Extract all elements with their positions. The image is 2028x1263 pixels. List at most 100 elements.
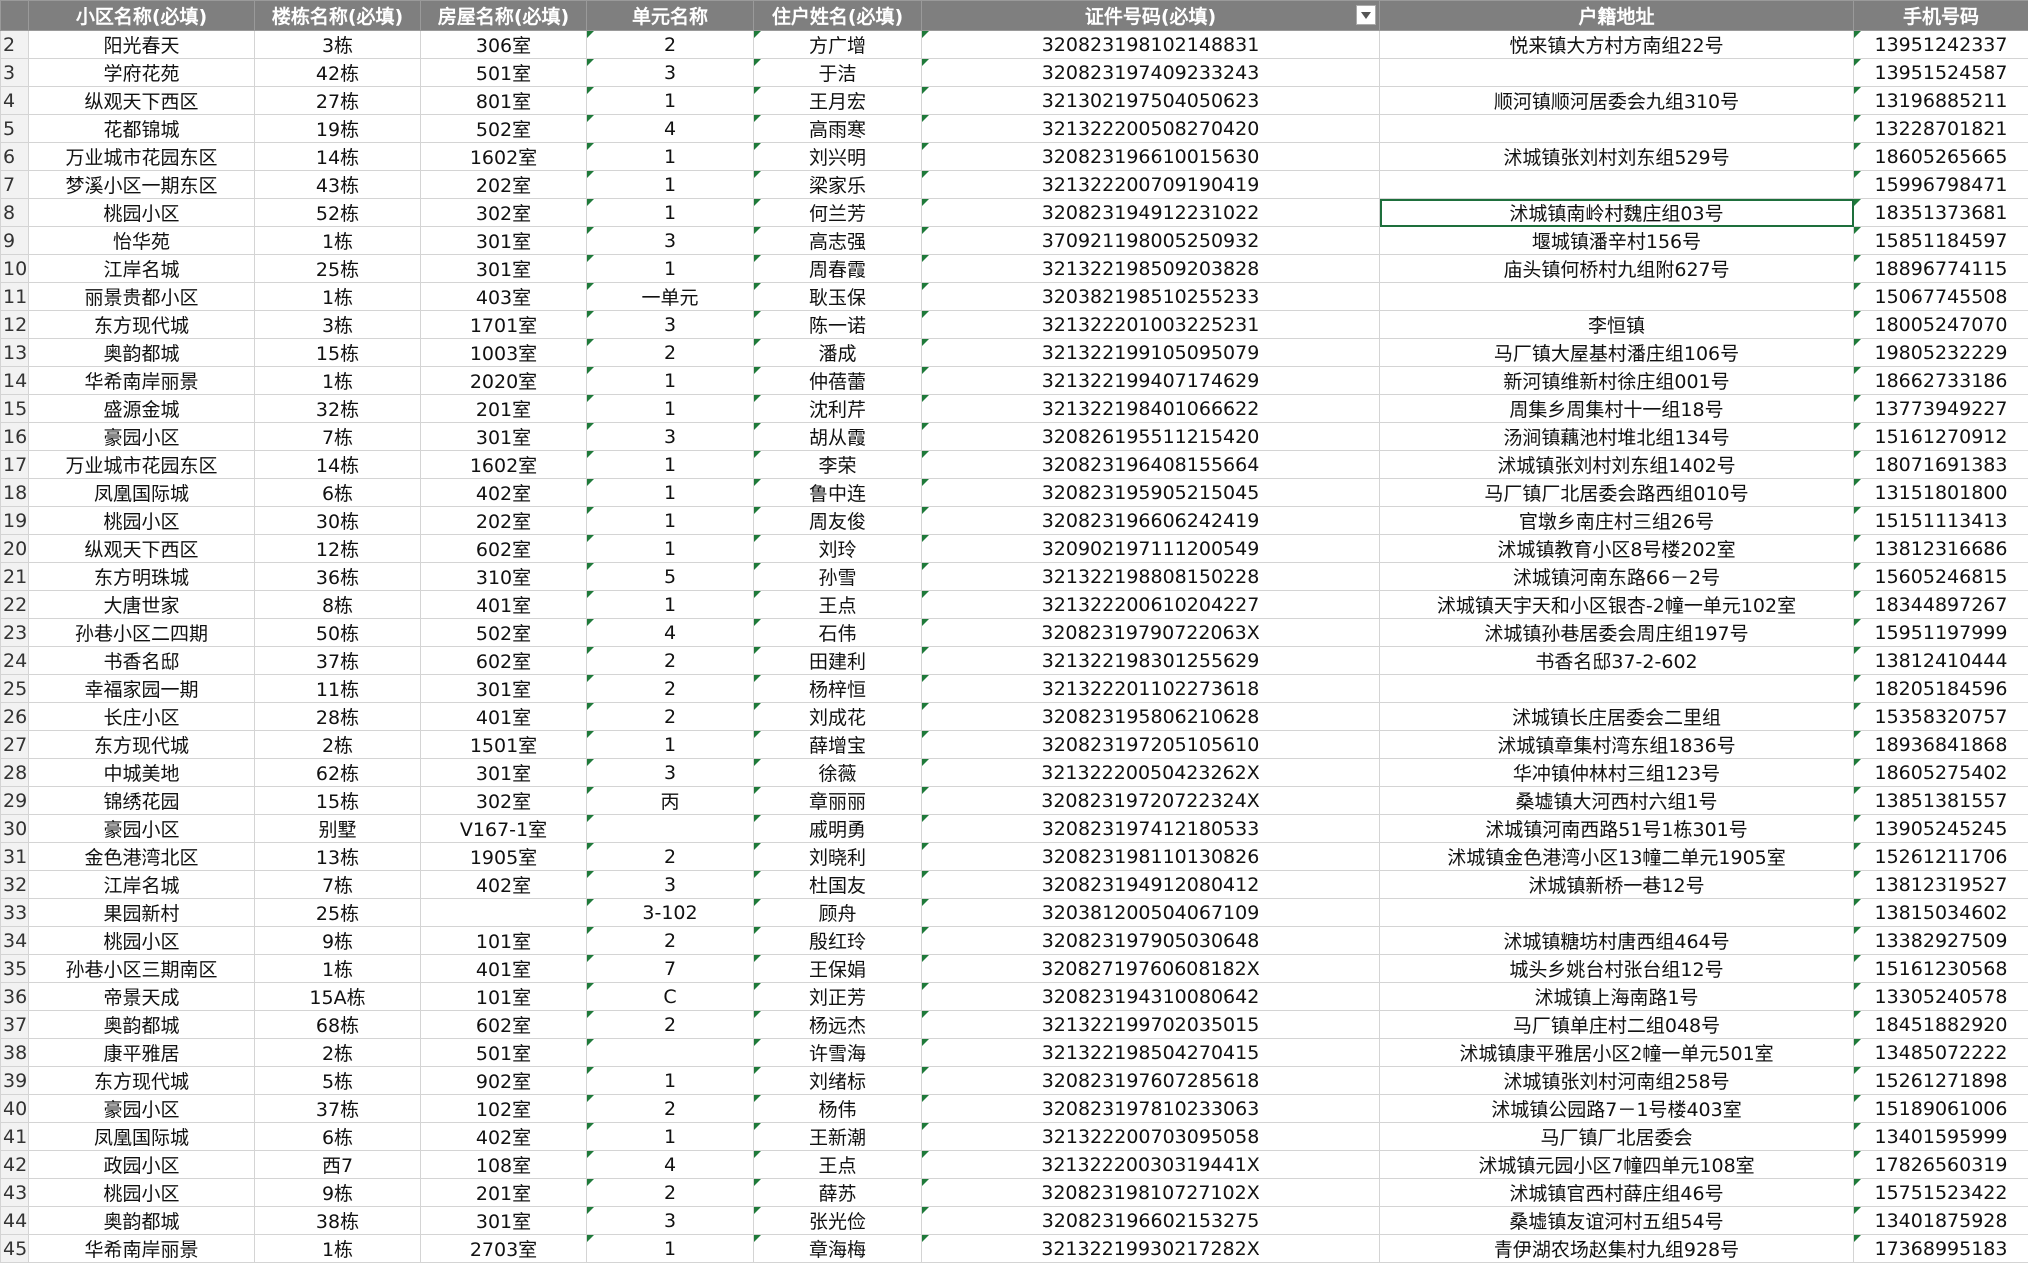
table-cell[interactable]: 2栋	[255, 1039, 421, 1067]
row-number[interactable]: 24	[1, 647, 29, 675]
table-cell[interactable]: 王点	[754, 1151, 922, 1179]
table-cell[interactable]: 沭城镇天宇天和小区银杏-2幢一单元102室	[1380, 591, 1854, 619]
table-cell[interactable]: 321322199105095079	[922, 339, 1380, 367]
table-cell[interactable]: 3栋	[255, 311, 421, 339]
table-cell[interactable]: 32082319810727102X	[922, 1179, 1380, 1207]
table-cell[interactable]: 鲁中连	[754, 479, 922, 507]
table-cell[interactable]	[1380, 675, 1854, 703]
table-cell[interactable]: 纵观天下西区	[29, 535, 255, 563]
table-cell[interactable]: 321322198509203828	[922, 255, 1380, 283]
table-cell[interactable]: 1	[587, 87, 754, 115]
table-cell[interactable]: 18662733186	[1854, 367, 2028, 395]
table-cell[interactable]: 2栋	[255, 731, 421, 759]
table-cell[interactable]: 梁家乐	[754, 171, 922, 199]
table-cell[interactable]: 12栋	[255, 535, 421, 563]
table-cell[interactable]: 于洁	[754, 59, 922, 87]
table-cell[interactable]: 沭城镇张刘村刘东组1402号	[1380, 451, 1854, 479]
row-number[interactable]: 28	[1, 759, 29, 787]
table-cell[interactable]: 顺河镇顺河居委会九组310号	[1380, 87, 1854, 115]
table-cell[interactable]: 501室	[421, 59, 587, 87]
table-cell[interactable]: 1栋	[255, 955, 421, 983]
filter-dropdown-icon[interactable]	[1356, 5, 1376, 25]
row-number[interactable]: 26	[1, 703, 29, 731]
table-cell[interactable]: 50栋	[255, 619, 421, 647]
row-number[interactable]: 8	[1, 199, 29, 227]
table-cell[interactable]: C	[587, 983, 754, 1011]
table-cell[interactable]: 陈一诺	[754, 311, 922, 339]
table-cell[interactable]: 1	[587, 1235, 754, 1263]
table-cell[interactable]: 3	[587, 311, 754, 339]
table-cell[interactable]: 320823198102148831	[922, 31, 1380, 59]
table-cell[interactable]: 刘正芳	[754, 983, 922, 1011]
table-cell[interactable]: 沭城镇元园小区7幢四单元108室	[1380, 1151, 1854, 1179]
table-cell[interactable]: 杨梓恒	[754, 675, 922, 703]
table-cell[interactable]: 6栋	[255, 479, 421, 507]
table-cell[interactable]: 何兰芳	[754, 199, 922, 227]
column-header[interactable]: 房屋名称(必填)	[421, 1, 587, 31]
table-cell[interactable]: 刘成花	[754, 703, 922, 731]
table-cell[interactable]: 怡华苑	[29, 227, 255, 255]
table-cell[interactable]: 书香名邸	[29, 647, 255, 675]
table-cell[interactable]: 15951197999	[1854, 619, 2028, 647]
table-cell[interactable]: 15189061006	[1854, 1095, 2028, 1123]
table-cell[interactable]: 李荣	[754, 451, 922, 479]
table-cell[interactable]: 2	[587, 675, 754, 703]
table-cell[interactable]: 豪园小区	[29, 423, 255, 451]
table-cell[interactable]: 2	[587, 703, 754, 731]
column-header[interactable]: 住户姓名(必填)	[754, 1, 922, 31]
row-number[interactable]: 32	[1, 871, 29, 899]
table-cell[interactable]: 长庄小区	[29, 703, 255, 731]
table-cell[interactable]: 201室	[421, 395, 587, 423]
table-cell[interactable]: 4	[587, 1151, 754, 1179]
table-cell[interactable]: 320823198110130826	[922, 843, 1380, 871]
table-cell[interactable]: 王月宏	[754, 87, 922, 115]
row-number[interactable]: 9	[1, 227, 29, 255]
table-cell[interactable]: 13812319527	[1854, 871, 2028, 899]
table-cell[interactable]: 1905室	[421, 843, 587, 871]
row-number[interactable]: 39	[1, 1067, 29, 1095]
table-cell[interactable]: 王点	[754, 591, 922, 619]
table-cell[interactable]: 沭城镇张刘村刘东组529号	[1380, 143, 1854, 171]
table-cell[interactable]: 1	[587, 731, 754, 759]
row-number[interactable]: 33	[1, 899, 29, 927]
table-cell[interactable]: 桃园小区	[29, 507, 255, 535]
table-cell[interactable]: 桑墟镇友谊河村五组54号	[1380, 1207, 1854, 1235]
table-cell[interactable]: 320381200504067109	[922, 899, 1380, 927]
table-cell[interactable]: 桃园小区	[29, 199, 255, 227]
table-cell[interactable]: 801室	[421, 87, 587, 115]
table-cell[interactable]: 15605246815	[1854, 563, 2028, 591]
table-cell[interactable]: 8栋	[255, 591, 421, 619]
table-cell[interactable]: 201室	[421, 1179, 587, 1207]
table-cell[interactable]: 马厂镇单庄村二组048号	[1380, 1011, 1854, 1039]
table-cell[interactable]: 32132220030319441X	[922, 1151, 1380, 1179]
table-cell[interactable]: 别墅	[255, 815, 421, 843]
table-cell[interactable]: 刘绪标	[754, 1067, 922, 1095]
row-number[interactable]: 36	[1, 983, 29, 1011]
table-cell[interactable]: 18936841868	[1854, 731, 2028, 759]
table-cell[interactable]: 万业城市花园东区	[29, 143, 255, 171]
column-header[interactable]: 单元名称	[587, 1, 754, 31]
row-number[interactable]: 22	[1, 591, 29, 619]
table-cell[interactable]: 43栋	[255, 171, 421, 199]
table-cell[interactable]: 15067745508	[1854, 283, 2028, 311]
table-cell[interactable]: 1栋	[255, 1235, 421, 1263]
table-cell[interactable]: 桃园小区	[29, 927, 255, 955]
row-number[interactable]: 11	[1, 283, 29, 311]
table-cell[interactable]: 1003室	[421, 339, 587, 367]
table-cell[interactable]: 纵观天下西区	[29, 87, 255, 115]
table-cell[interactable]: 3-102	[587, 899, 754, 927]
table-cell[interactable]: 501室	[421, 1039, 587, 1067]
table-cell[interactable]: 东方明珠城	[29, 563, 255, 591]
row-number[interactable]: 17	[1, 451, 29, 479]
table-cell[interactable]: 402室	[421, 479, 587, 507]
table-cell[interactable]: 14栋	[255, 143, 421, 171]
row-number[interactable]: 27	[1, 731, 29, 759]
table-cell[interactable]: 301室	[421, 759, 587, 787]
row-number[interactable]: 18	[1, 479, 29, 507]
table-cell[interactable]: 张光俭	[754, 1207, 922, 1235]
table-cell[interactable]: 马厂镇大屋基村潘庄组106号	[1380, 339, 1854, 367]
table-cell[interactable]: 沭城镇康平雅居小区2幢一单元501室	[1380, 1039, 1854, 1067]
table-cell[interactable]: 刘兴明	[754, 143, 922, 171]
table-cell[interactable]: 13栋	[255, 843, 421, 871]
table-cell[interactable]: 7	[587, 955, 754, 983]
